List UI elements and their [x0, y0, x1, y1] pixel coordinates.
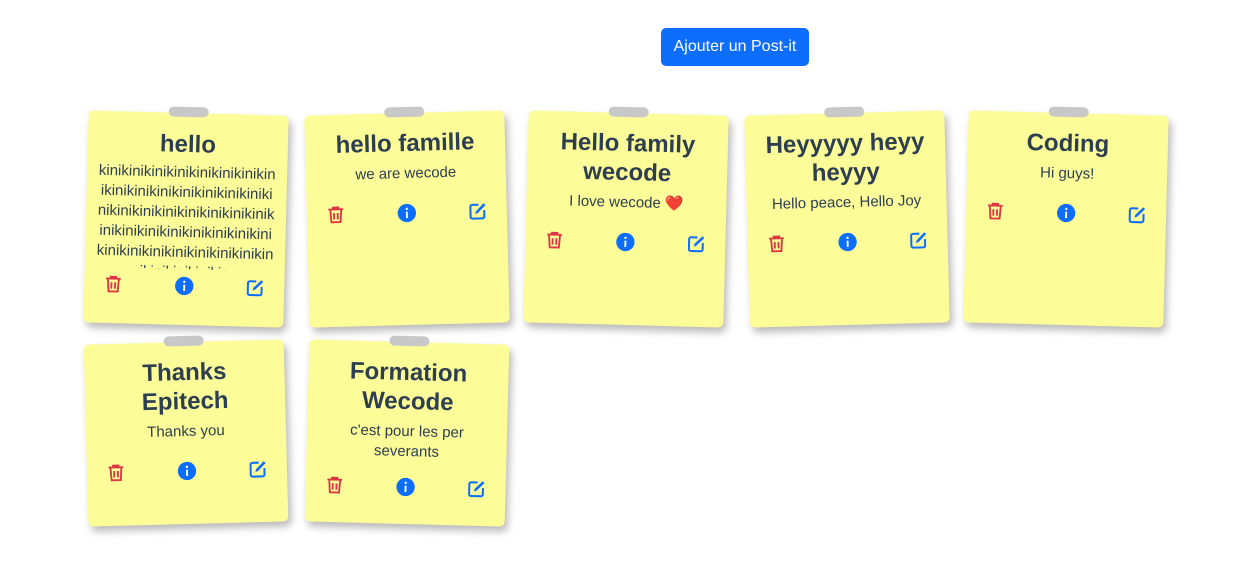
tape — [389, 335, 430, 347]
postit-note: hello kinikinikinikinikinikinikinikiniki… — [83, 106, 289, 328]
note-actions — [984, 200, 1149, 226]
info-icon[interactable] — [394, 476, 417, 499]
note-title: Coding — [1026, 128, 1110, 159]
trash-icon[interactable] — [765, 233, 788, 256]
note-actions — [765, 229, 930, 255]
postit-note: hello famille we are wecode — [304, 106, 510, 328]
note-body: we are wecode — [355, 163, 457, 184]
note-title: hello — [159, 130, 217, 159]
trash-icon[interactable] — [325, 204, 348, 227]
note-title: hello famille — [335, 128, 475, 159]
edit-icon[interactable] — [685, 233, 708, 256]
tape — [168, 106, 209, 118]
info-icon[interactable] — [836, 231, 859, 254]
info-icon[interactable] — [173, 275, 196, 298]
tape — [163, 335, 204, 347]
edit-icon[interactable] — [244, 277, 267, 300]
note-body: kinikinikinikinikinikinikinikinikinikini… — [96, 161, 276, 272]
note-title: Thanks Epitech — [141, 357, 229, 417]
info-icon[interactable] — [614, 231, 637, 254]
edit-icon[interactable] — [465, 478, 488, 501]
tape — [1048, 106, 1089, 118]
trash-icon[interactable] — [105, 462, 128, 485]
add-postit-button[interactable]: Ajouter un Post-it — [661, 28, 809, 66]
note-title: Heyyyyy heyy heyyy — [765, 127, 925, 187]
trash-icon[interactable] — [323, 474, 346, 497]
note-title: Formation Wecode — [349, 357, 468, 417]
page: Ajouter un Post-it hello kinikinikinikin… — [0, 0, 1256, 587]
note-body: Thanks you — [146, 421, 225, 442]
tape — [824, 106, 865, 118]
edit-icon[interactable] — [467, 200, 490, 223]
info-icon[interactable] — [1055, 202, 1078, 225]
postit-note: Heyyyyy heyy heyyy Hello peace, Hello Jo… — [744, 106, 950, 328]
note-body: Hi guys! — [1039, 164, 1095, 183]
postit-note: Thanks Epitech Thanks you — [83, 335, 289, 527]
trash-icon[interactable] — [543, 229, 566, 252]
tape — [384, 106, 425, 118]
info-icon[interactable] — [176, 460, 199, 483]
note-actions — [105, 458, 270, 484]
edit-icon[interactable] — [1126, 204, 1149, 227]
note-actions — [543, 229, 708, 255]
edit-icon[interactable] — [907, 229, 930, 252]
note-actions — [323, 474, 488, 500]
note-body: Hello peace, Hello Joy — [771, 192, 922, 213]
note-body: c'est pour les perseverants — [349, 421, 465, 461]
postit-note: Hello family wecode I love wecode ❤️ — [523, 106, 729, 328]
edit-icon[interactable] — [247, 458, 270, 481]
tape — [608, 106, 649, 118]
trash-icon[interactable] — [984, 200, 1007, 223]
trash-icon[interactable] — [102, 273, 125, 296]
postit-note: Coding Hi guys! — [963, 106, 1169, 328]
note-actions — [102, 273, 267, 299]
info-icon[interactable] — [396, 202, 419, 225]
postit-note: Formation Wecode c'est pour les persever… — [304, 335, 510, 527]
note-body: I love wecode ❤️ — [568, 192, 684, 213]
note-actions — [325, 200, 490, 226]
note-title: Hello family wecode — [560, 128, 696, 188]
